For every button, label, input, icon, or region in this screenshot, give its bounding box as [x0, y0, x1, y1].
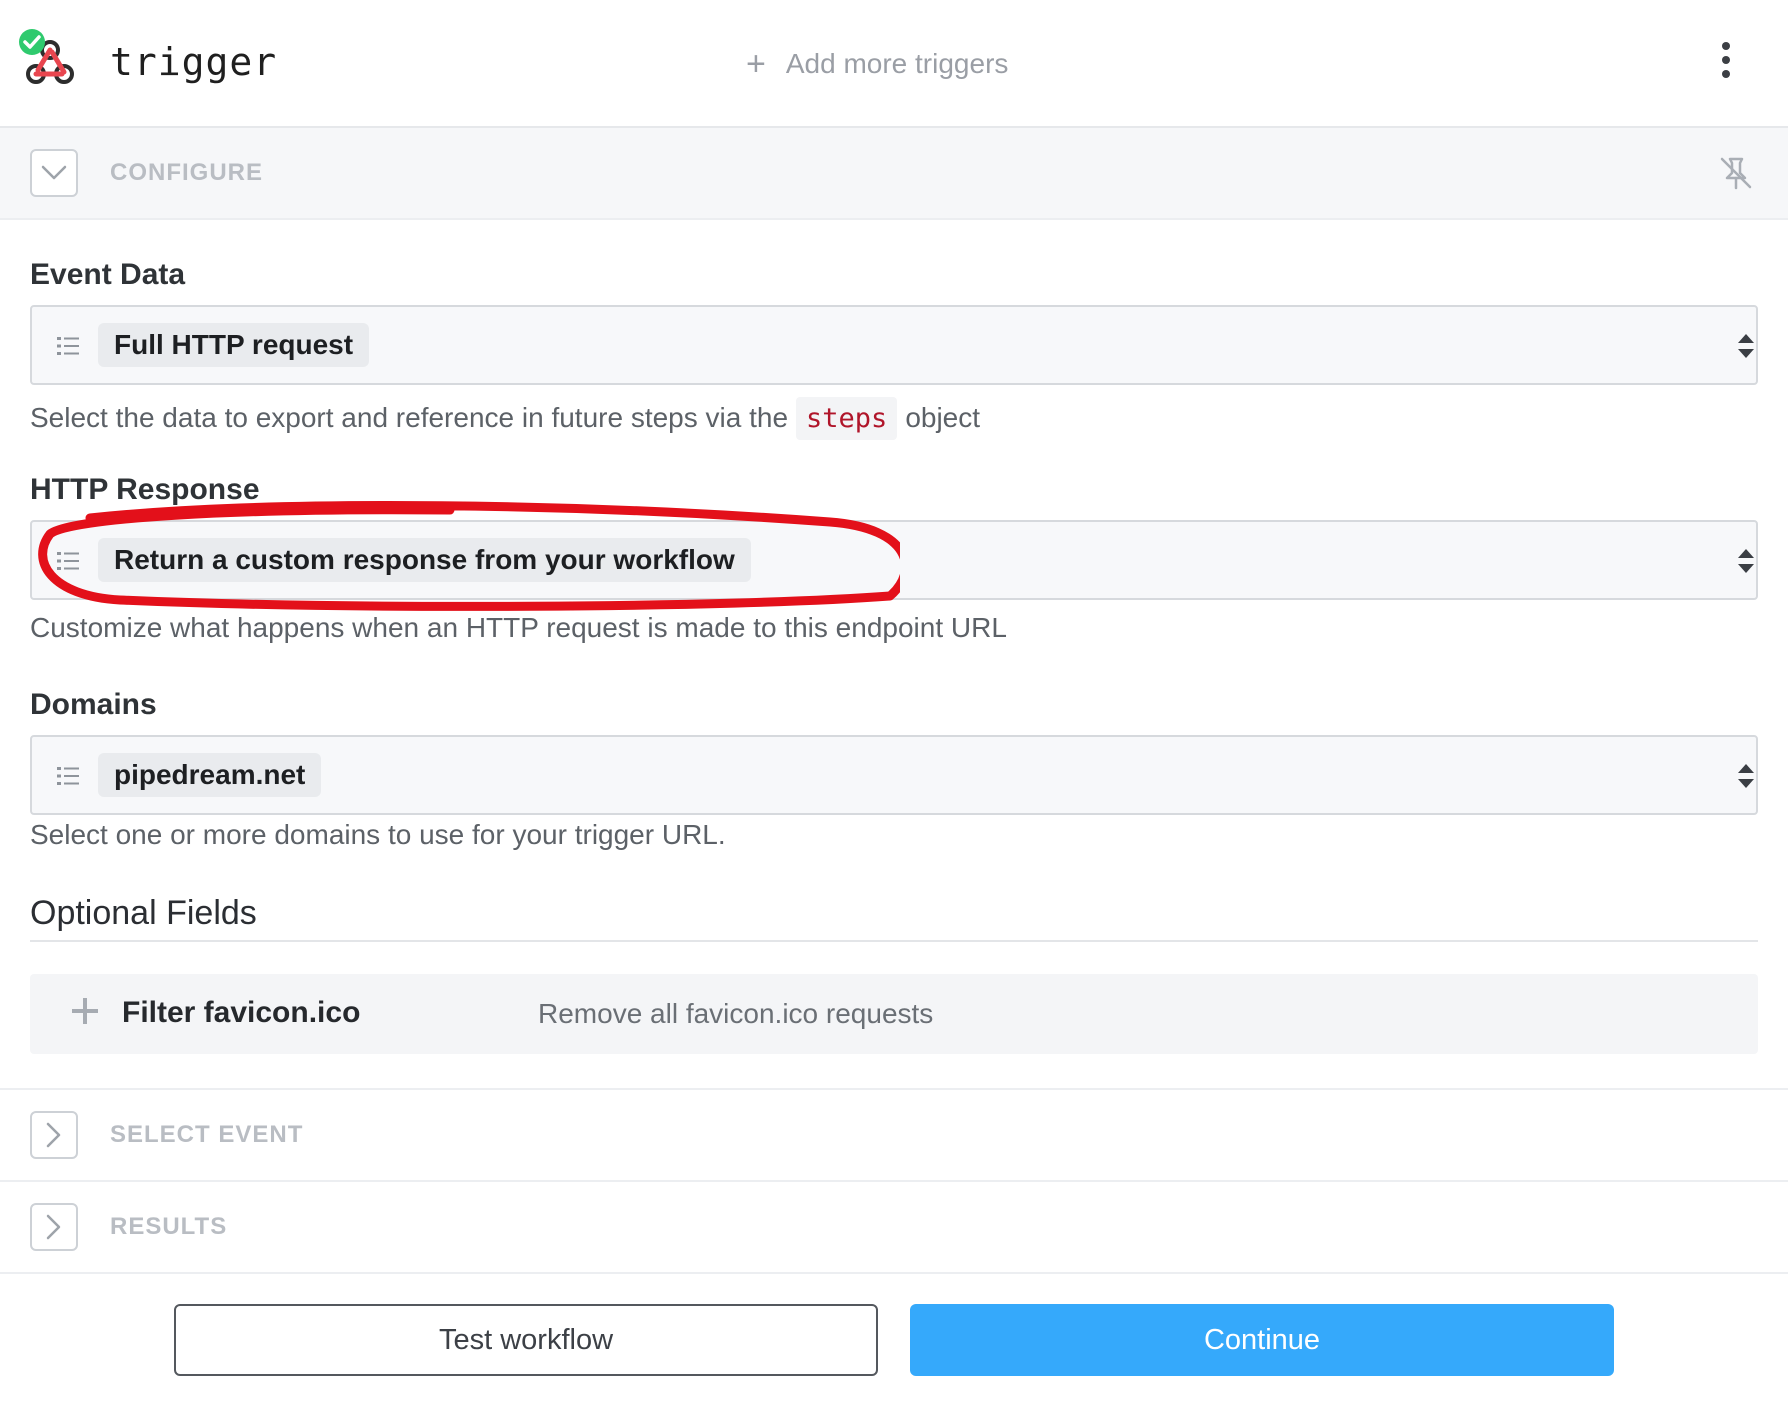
optional-fields-title: Optional Fields — [30, 894, 257, 932]
results-label: RESULTS — [110, 1213, 228, 1240]
plus-icon[interactable] — [70, 996, 100, 1026]
divider — [30, 940, 1758, 942]
event-data-select[interactable]: Full HTTP request — [30, 305, 1758, 385]
steps-code: steps — [796, 396, 898, 440]
configure-section-header[interactable]: CONFIGURE — [0, 128, 1788, 220]
chevron-right-icon — [46, 1214, 61, 1240]
configure-label: CONFIGURE — [110, 159, 263, 186]
test-workflow-button[interactable]: Test workflow — [174, 1304, 878, 1376]
http-response-select[interactable]: Return a custom response from your workf… — [30, 520, 1758, 600]
event-data-help-text: Select the data to export and reference … — [30, 402, 789, 433]
kebab-menu-icon[interactable] — [1712, 42, 1740, 86]
sort-arrows-icon — [1738, 334, 1754, 358]
optional-field-row[interactable]: Filter favicon.ico Remove all favicon.ic… — [30, 974, 1758, 1054]
http-response-value: Return a custom response from your workf… — [98, 538, 751, 582]
domains-help: Select one or more domains to use for yo… — [30, 819, 726, 850]
collapse-configure-toggle[interactable] — [30, 149, 78, 197]
optional-field-name: Filter favicon.ico — [122, 996, 361, 1029]
trigger-panel: trigger + Add more triggers CONFIGURE Ev… — [0, 0, 1788, 1406]
trigger-header: trigger + Add more triggers — [0, 0, 1788, 128]
domains-value: pipedream.net — [98, 753, 322, 797]
pin-off-icon[interactable] — [1718, 155, 1754, 191]
continue-button[interactable]: Continue — [910, 1304, 1614, 1376]
domains-label: Domains — [30, 688, 157, 721]
list-icon — [57, 767, 79, 785]
list-icon — [57, 337, 79, 355]
check-circle-icon — [19, 29, 45, 55]
chevron-right-icon — [46, 1122, 61, 1148]
event-data-label: Event Data — [30, 258, 186, 291]
http-response-help: Customize what happens when an HTTP requ… — [30, 612, 1007, 643]
results-section-header[interactable]: RESULTS — [0, 1180, 1788, 1272]
sort-arrows-icon — [1738, 549, 1754, 573]
list-icon — [57, 552, 79, 570]
event-data-value: Full HTTP request — [98, 323, 370, 367]
plus-icon: + — [746, 45, 766, 83]
event-data-help: Select the data to export and reference … — [30, 396, 980, 440]
footer-actions: Test workflow Continue — [0, 1272, 1788, 1406]
http-response-label: HTTP Response — [30, 473, 260, 506]
add-more-triggers-button[interactable]: + Add more triggers — [746, 44, 1008, 84]
domains-select[interactable]: pipedream.net — [30, 735, 1758, 815]
webhook-icon — [19, 29, 74, 84]
sort-arrows-icon — [1738, 764, 1754, 788]
select-event-label: SELECT EVENT — [110, 1121, 304, 1148]
chevron-down-icon — [41, 165, 67, 180]
optional-field-description: Remove all favicon.ico requests — [538, 998, 934, 1029]
select-event-section-header[interactable]: SELECT EVENT — [0, 1088, 1788, 1180]
event-data-help-suffix: object — [905, 402, 981, 433]
add-more-triggers-label: Add more triggers — [785, 48, 1009, 79]
expand-select-event-toggle[interactable] — [30, 1111, 78, 1159]
expand-results-toggle[interactable] — [30, 1203, 78, 1251]
trigger-title: trigger — [110, 40, 278, 84]
